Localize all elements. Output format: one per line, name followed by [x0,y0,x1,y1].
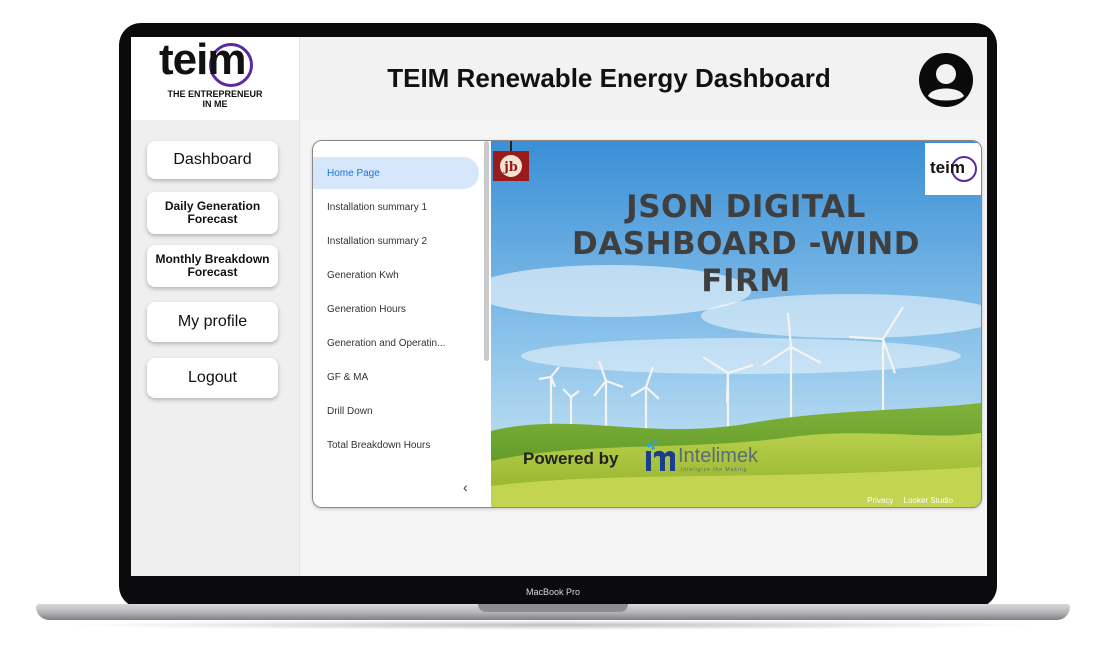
looker-studio-link[interactable]: Looker Studio [904,496,953,505]
powered-by-footer: Powered by Intelimek Inteligize the Maki… [300,439,987,479]
report-title-line-3: FIRM [701,263,791,299]
sidebar-item-daily-generation-forecast[interactable]: Daily Generation Forecast [147,192,278,234]
report-nav-label: Installation summary 1 [327,201,428,213]
report-title: JSON DIGITAL DASHBOARD -WIND FIRM [521,189,971,300]
sidebar-item-label: Logout [188,369,237,386]
sidebar-item-label: My profile [177,313,248,330]
teim-corner-logo: teim [925,143,981,195]
nav-scrollbar[interactable] [484,141,489,361]
report-nav-label: GF & MA [327,371,369,383]
logo-subtitle: THE ENTREPRENEUR IN ME [131,89,299,109]
report-nav-home-page[interactable]: Home Page [313,157,479,189]
sidebar-item-label: Daily Generation Forecast [164,199,261,226]
sidebar-item-label: Dashboard [173,151,252,168]
report-nav-generation-kwh[interactable]: Generation Kwh [313,259,479,291]
privacy-link[interactable]: Privacy [867,496,893,505]
report-nav-label: Installation summary 2 [327,235,428,247]
svg-text:jb: jb [503,160,518,175]
report-nav-label: Generation Hours [327,303,406,315]
brand-tagline: Inteligize the Making [681,467,748,473]
report-nav-label: Home Page [327,167,380,179]
logo-subtitle-line-2: IN ME [202,99,228,109]
report-nav-label: Generation and Operatin... [327,337,446,349]
report-nav-gf-ma[interactable]: GF & MA [313,361,479,393]
chevron-left-icon[interactable]: ‹ [463,479,468,495]
jb-brand-logo: jb [493,141,529,181]
report-nav-label: Generation Kwh [327,269,399,281]
report-title-line-2: DASHBOARD -WIND [572,226,920,262]
laptop-shadow [60,620,1046,630]
report-nav-installation-summary-1[interactable]: Installation summary 1 [313,191,479,223]
laptop-screen: teim THE ENTREPRENEUR IN ME TEIM Renewab… [131,37,987,576]
logo-word: teim [159,37,246,84]
sidebar-item-monthly-breakdown-forecast[interactable]: Monthly Breakdown Forecast [147,245,278,287]
report-nav-installation-summary-2[interactable]: Installation summary 2 [313,225,479,257]
brand-name: Intelimek [678,445,759,467]
sidebar-item-label: Monthly Breakdown Forecast [155,252,270,279]
sidebar: Dashboard Daily Generation Forecast Mont… [131,120,300,576]
user-circle-icon[interactable] [918,52,974,108]
teim-logo[interactable]: teim THE ENTREPRENEUR IN ME [131,37,300,120]
device-label: MacBook Pro [525,587,581,597]
sidebar-item-dashboard[interactable]: Dashboard [147,141,278,179]
main-content: Home Page Installation summary 1 Install… [300,120,987,576]
intelimek-logo-icon [646,440,675,471]
report-nav-generation-hours[interactable]: Generation Hours [313,293,479,325]
laptop-base-notch [478,604,628,612]
report-nav-label: Drill Down [327,405,373,417]
app-header: teim THE ENTREPRENEUR IN ME TEIM Renewab… [131,37,987,120]
report-title-line-1: JSON DIGITAL [626,189,866,225]
report-footer-links: Privacy Looker Studio [859,496,953,505]
sidebar-item-my-profile[interactable]: My profile [147,302,278,342]
page-title: TEIM Renewable Energy Dashboard [387,63,831,93]
powered-by-label: Powered by [523,449,619,468]
sidebar-item-logout[interactable]: Logout [147,358,278,398]
logo-subtitle-line-1: THE ENTREPRENEUR [167,89,263,99]
report-nav-generation-and-operating[interactable]: Generation and Operatin... [313,327,479,359]
teim-corner-logo-text: teim [930,158,965,177]
report-nav-drill-down[interactable]: Drill Down [313,395,479,427]
